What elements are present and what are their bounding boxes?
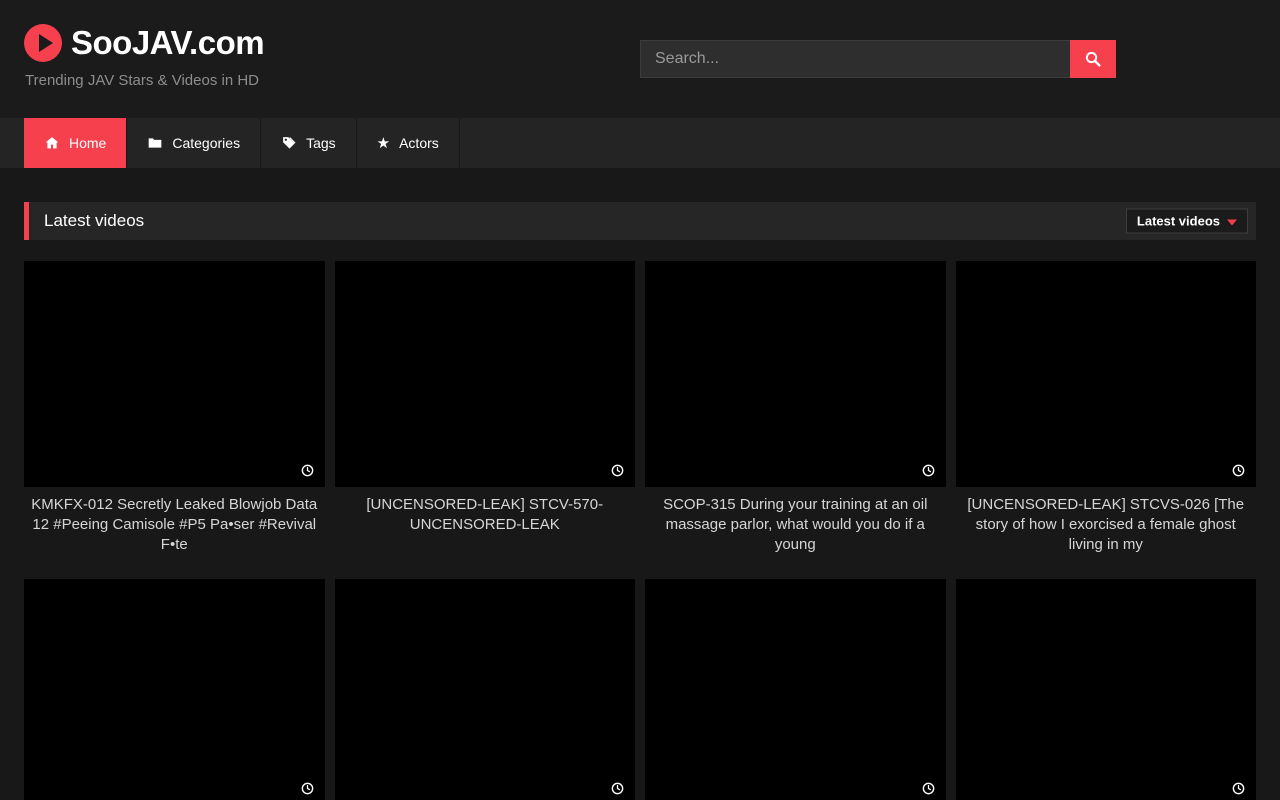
main-nav: Home Categories Tags ★ Actors (0, 118, 1280, 168)
play-circle-icon (24, 24, 62, 62)
star-icon: ★ (377, 136, 390, 151)
clock-icon (922, 464, 935, 477)
site-logo[interactable]: SooJAV.com (24, 24, 264, 62)
clock-icon (611, 464, 624, 477)
clock-icon (611, 782, 624, 795)
video-title[interactable]: KMKFX-012 Secretly Leaked Blowjob Data 1… (26, 495, 323, 555)
video-card: KMKFX-012 Secretly Leaked Blowjob Data 1… (24, 261, 325, 555)
search-bar (640, 40, 1116, 78)
video-card: SCOP-315 During your training at an oil … (645, 261, 946, 555)
video-thumbnail[interactable] (335, 579, 636, 800)
sort-dropdown-button[interactable]: Latest videos (1126, 209, 1248, 234)
home-icon (44, 135, 60, 151)
clock-icon (301, 464, 314, 477)
video-card: [UNCENSORED-LEAK] MLA-231 [3 shots in (645, 579, 946, 800)
video-thumbnail[interactable] (645, 261, 946, 487)
video-title[interactable]: [UNCENSORED-LEAK] STCVS-026 [The story o… (958, 495, 1255, 555)
caret-down-icon (1227, 219, 1237, 225)
video-card: UPSM-186 Girl @ Era Alice (956, 579, 1257, 800)
video-title[interactable]: SCOP-315 During your training at an oil … (647, 495, 944, 555)
video-thumbnail[interactable] (956, 261, 1257, 487)
search-icon (1084, 50, 1102, 68)
section-title: Latest videos (44, 211, 144, 231)
main-content: Latest videos Latest videos KMKFX-012 Se… (24, 202, 1256, 800)
video-title[interactable]: [UNCENSORED-LEAK] STCV-570-UNCENSORED-LE… (337, 495, 634, 535)
nav-item-label: Tags (306, 135, 336, 151)
folder-icon (147, 135, 163, 151)
site-header: SooJAV.com Trending JAV Stars & Videos i… (0, 0, 1280, 118)
search-input[interactable] (640, 40, 1070, 78)
video-thumbnail[interactable] (956, 579, 1257, 800)
site-tagline: Trending JAV Stars & Videos in HD (25, 72, 259, 89)
tags-icon (281, 135, 297, 151)
nav-item-label: Actors (399, 135, 439, 151)
video-thumbnail[interactable] (335, 261, 636, 487)
section-header: Latest videos Latest videos (24, 202, 1256, 240)
video-grid: KMKFX-012 Secretly Leaked Blowjob Data 1… (24, 261, 1256, 800)
video-thumbnail[interactable] (24, 579, 325, 800)
nav-item-categories[interactable]: Categories (127, 118, 261, 168)
video-card: [UNCENSORED-LEAK] STCVS-026 [The story o… (956, 261, 1257, 555)
clock-icon (301, 782, 314, 795)
video-thumbnail[interactable] (645, 579, 946, 800)
video-card: NAMH-043 H Cup Big Tits Newcomer (170cm … (24, 579, 325, 800)
nav-item-tags[interactable]: Tags (261, 118, 357, 168)
video-card: [UNCENSORED-LEAK] STCV-570-UNCENSORED-LE… (335, 261, 636, 555)
clock-icon (1232, 464, 1245, 477)
clock-icon (1232, 782, 1245, 795)
search-button[interactable] (1070, 40, 1116, 78)
nav-item-actors[interactable]: ★ Actors (357, 118, 460, 168)
clock-icon (922, 782, 935, 795)
video-thumbnail[interactable] (24, 261, 325, 487)
site-logo-text: SooJAV.com (71, 24, 264, 62)
sort-dropdown-label: Latest videos (1137, 214, 1220, 229)
nav-inner: Home Categories Tags ★ Actors (24, 118, 1280, 168)
nav-item-label: Categories (172, 135, 240, 151)
nav-item-home[interactable]: Home (24, 118, 127, 168)
nav-item-label: Home (69, 135, 106, 151)
video-card: [UNCENSORED-LEAK] MXGS-1296 Absolutely (335, 579, 636, 800)
